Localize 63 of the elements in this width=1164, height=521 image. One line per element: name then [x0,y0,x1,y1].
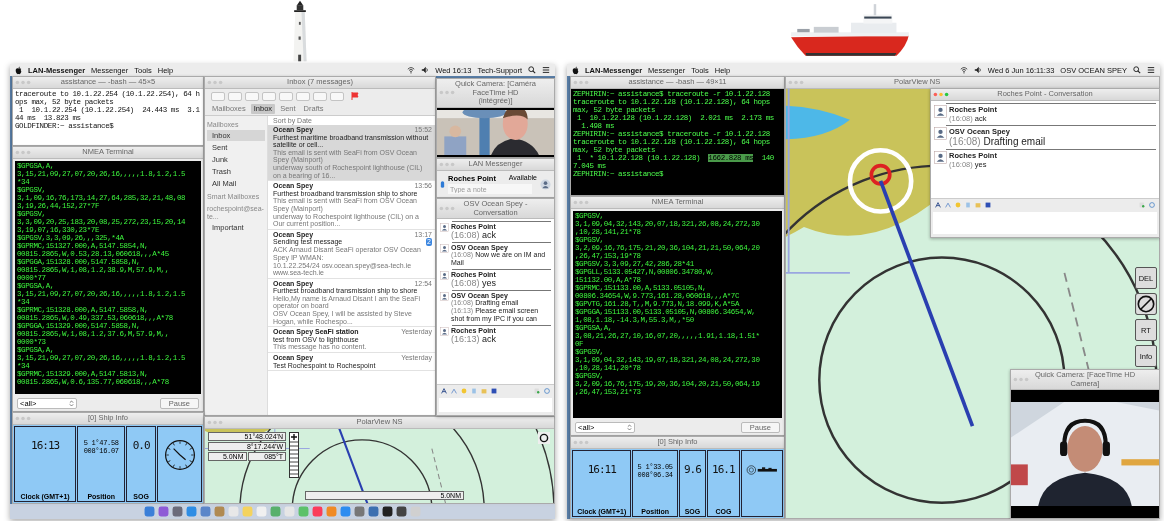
avatar-icon [440,271,449,280]
flag-icon[interactable] [351,92,359,100]
window-controls-icon[interactable] [15,416,31,421]
message-row[interactable] [268,125,435,182]
folder-icon[interactable] [481,388,487,394]
window-controls-icon[interactable] [207,80,223,85]
window-controls-icon[interactable] [573,440,589,445]
avatar-icon [440,244,449,253]
toolbar-button[interactable] [245,91,259,101]
apple-icon[interactable] [572,65,579,75]
toolbar-button[interactable] [228,91,242,101]
emoji-icon[interactable] [461,388,467,394]
avatar-icon [540,178,551,190]
avatar-icon [440,223,449,232]
color-icon[interactable] [451,388,457,394]
target-button[interactable] [538,432,550,444]
file-icon[interactable] [471,388,477,394]
avatar-icon [440,292,449,301]
lcd-reading: 9.6 [683,463,701,476]
window-controls-icon[interactable] [15,80,31,85]
add-contact-icon[interactable] [534,388,540,394]
lcd-reading: 0.0 [132,439,150,452]
zoom-scale-icon[interactable] [289,432,299,478]
toolbar-button[interactable] [279,91,293,101]
window-controls-icon[interactable] [573,80,589,85]
chat-line: (16:08) yes [451,278,497,288]
lcd-reading: 16:13 [31,439,60,452]
lcd-reading: 16.1 [712,463,735,476]
menu-icon[interactable] [542,66,550,74]
window-controls-icon[interactable] [439,90,455,96]
wifi-icon[interactable] [407,66,416,74]
status-icon[interactable] [440,179,445,189]
clock-dial-icon [163,439,196,471]
updown-icon [627,424,632,431]
history-icon[interactable] [544,388,550,394]
window-controls-icon[interactable] [573,200,589,205]
volume-icon[interactable] [973,66,982,74]
window-controls-icon[interactable] [15,150,31,155]
menu-icon[interactable] [1147,66,1155,74]
toolbar-button[interactable] [262,91,276,101]
window-controls-icon[interactable] [207,420,223,425]
apple-icon[interactable] [15,65,22,75]
lcd-reading: 16:11 [587,463,616,476]
avatar-icon [440,327,449,336]
gauge-icon [745,463,778,477]
chat-line: (16:08) ack [451,230,497,240]
save-icon[interactable] [491,388,497,394]
window-controls-icon[interactable] [439,162,455,167]
search-icon[interactable] [1133,66,1141,74]
chat-line: (16:13) ack [451,334,497,344]
updown-icon [69,400,74,407]
wifi-icon[interactable] [959,66,968,74]
search-icon[interactable] [528,66,536,74]
app-icon[interactable] [382,506,393,517]
toolbar-button[interactable] [313,91,327,101]
volume-icon[interactable] [421,66,430,74]
window-controls-icon[interactable] [788,80,804,85]
toolbar-button[interactable] [211,91,225,101]
window-controls-icon[interactable] [439,206,455,211]
toolbar-button[interactable] [330,91,344,101]
font-icon[interactable] [441,388,447,394]
app-icon[interactable] [396,506,407,517]
toolbar-button[interactable] [296,91,310,101]
